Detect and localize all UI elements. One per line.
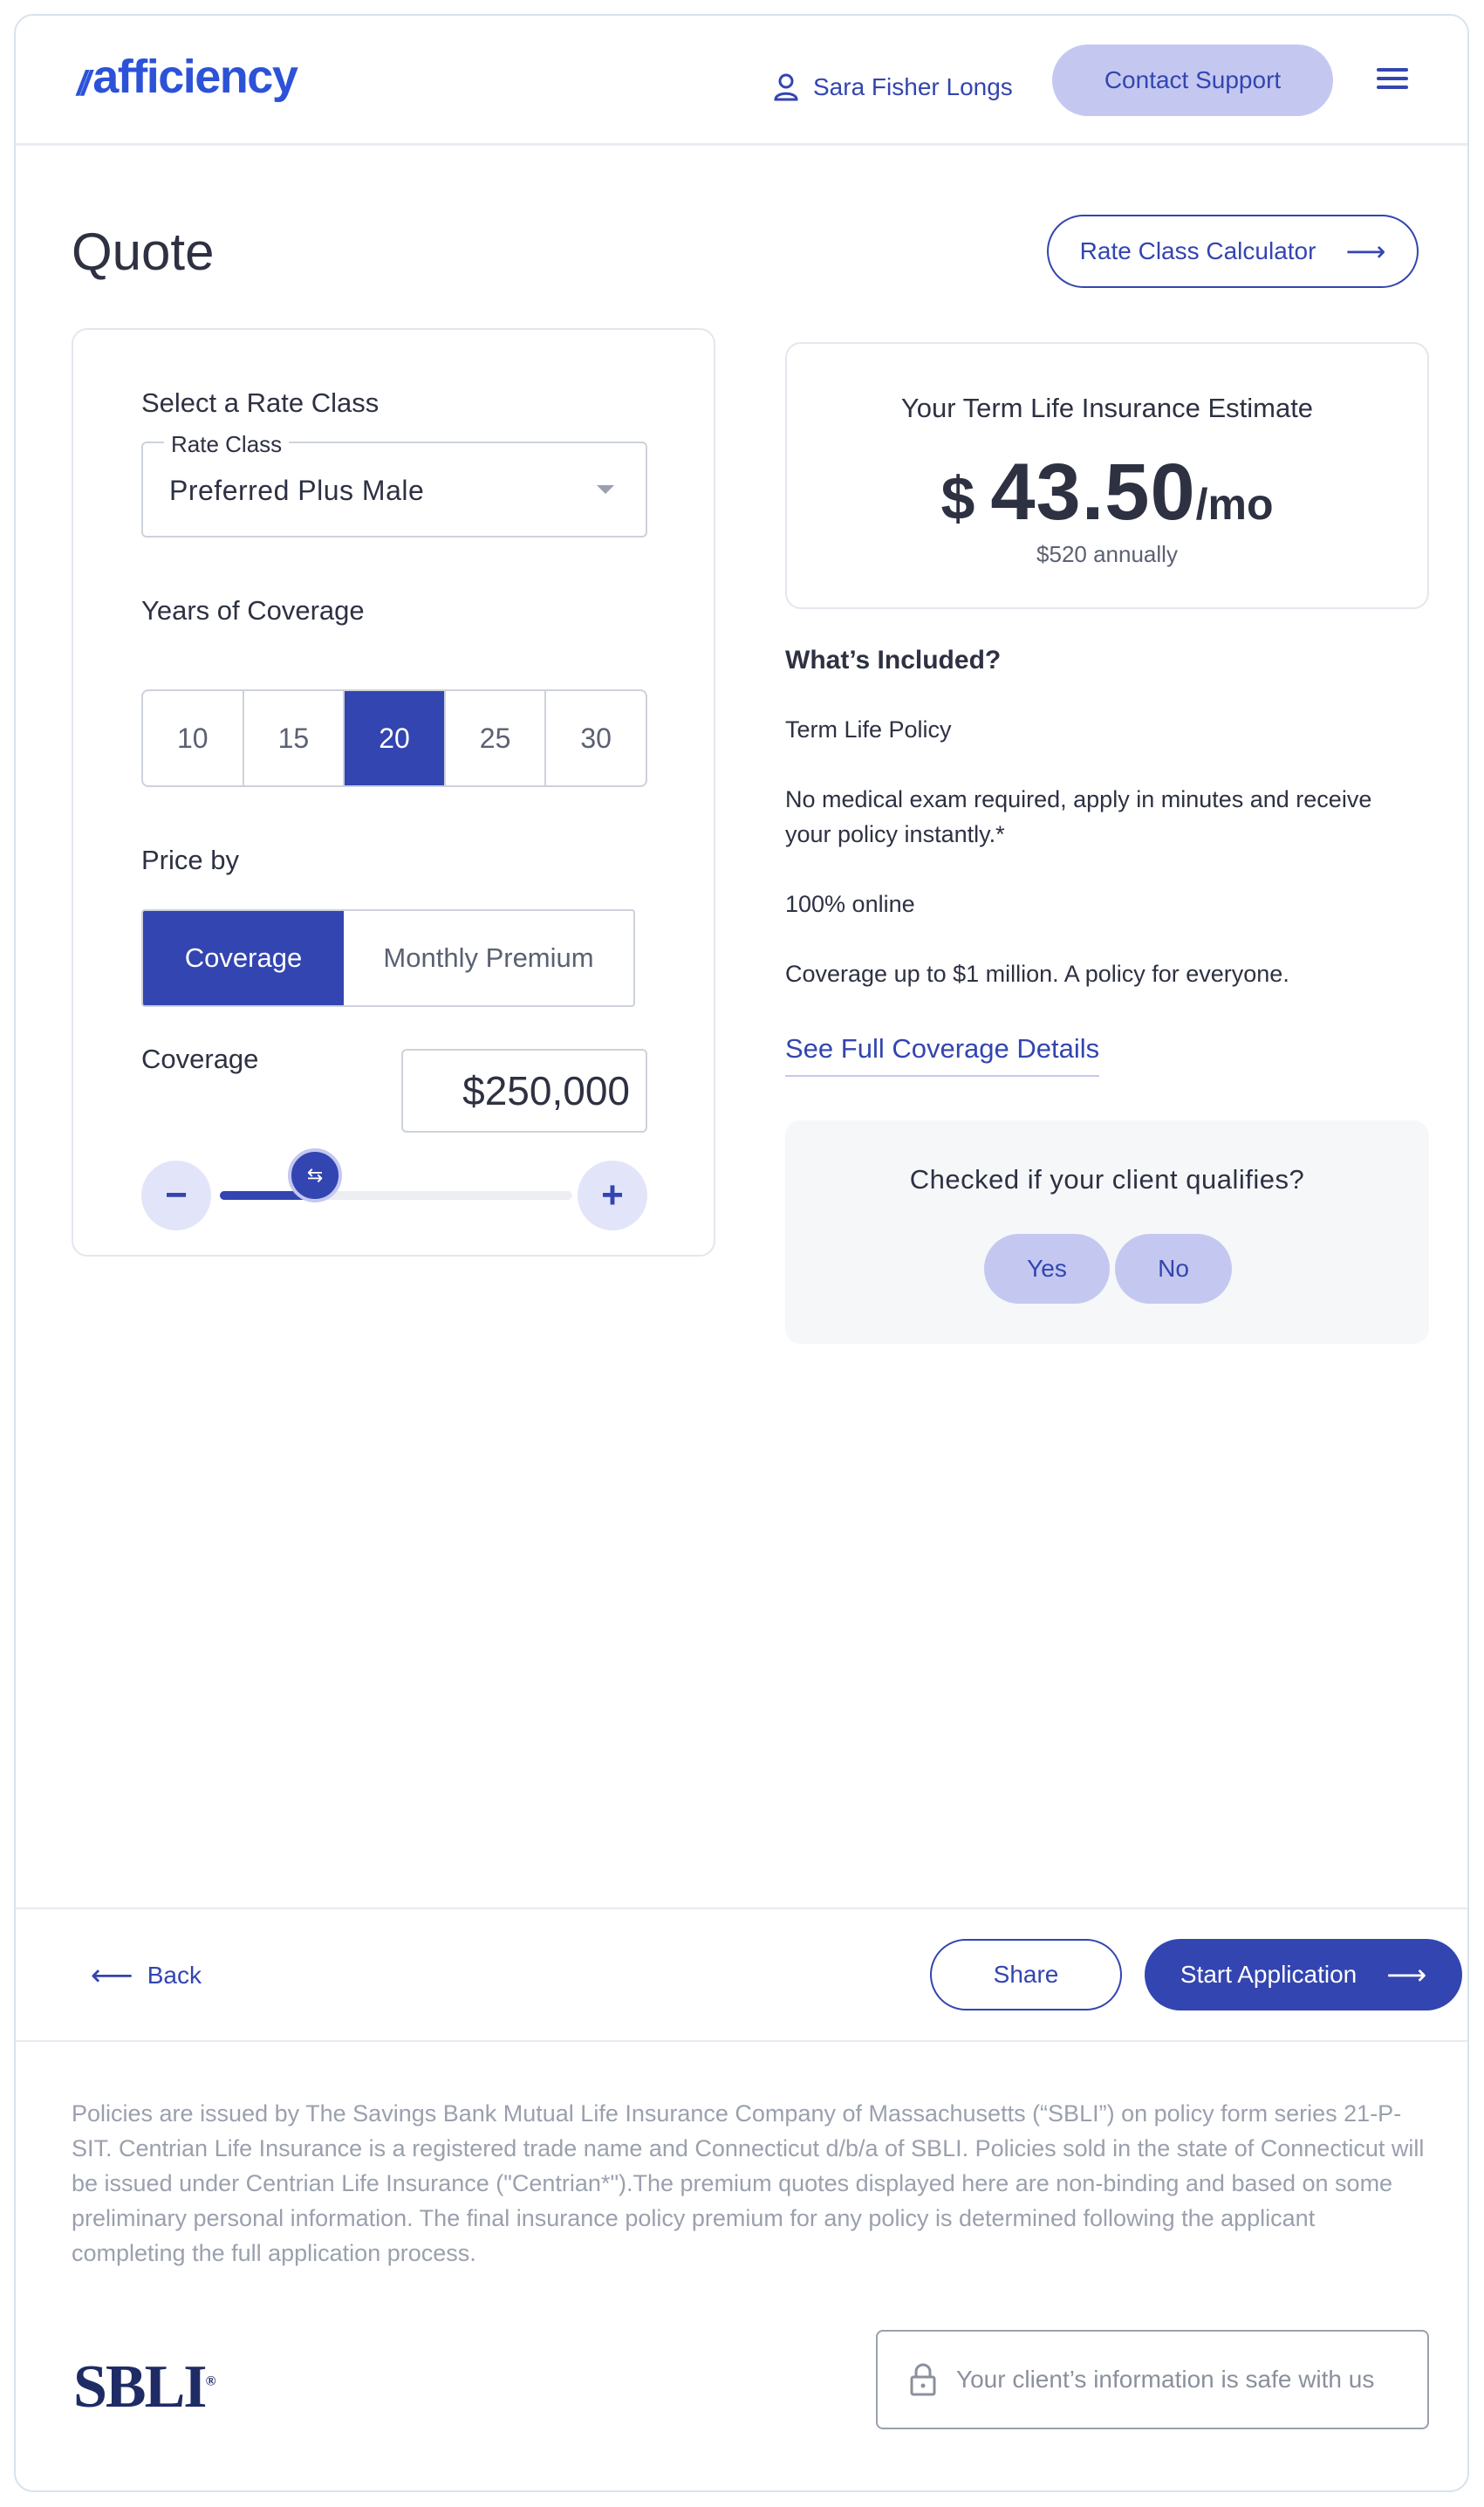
year-option-15[interactable]: 15 <box>244 691 345 785</box>
price-by-coverage[interactable]: Coverage <box>143 911 344 1005</box>
years-of-coverage-selector: 10 15 20 25 30 <box>141 689 647 787</box>
top-header: // afficiency Sara Fisher Longs Contact … <box>16 16 1467 145</box>
years-of-coverage-heading: Years of Coverage <box>141 595 365 626</box>
estimate-price: $ 43.50 /mo <box>787 447 1427 538</box>
sbli-text: SBLI <box>73 2353 208 2421</box>
logo-mark: // <box>77 65 91 103</box>
rate-class-calculator-button[interactable]: Rate Class Calculator ⟶ <box>1047 215 1419 288</box>
estimate-amount: 43.50 <box>990 448 1196 537</box>
qualify-card: Checked if your client qualifies? Yes No <box>785 1120 1429 1344</box>
app-frame: // afficiency Sara Fisher Longs Contact … <box>14 14 1469 2492</box>
page-title: Quote <box>72 223 215 281</box>
estimate-annual: $520 annually <box>1036 541 1178 567</box>
hamburger-menu-icon[interactable] <box>1373 63 1412 98</box>
legal-disclaimer: Policies are issued by The Savings Bank … <box>72 2100 1425 2266</box>
security-notice: Your client’s information is safe with u… <box>876 2330 1429 2429</box>
back-label: Back <box>147 1962 202 1989</box>
year-option-10[interactable]: 10 <box>143 691 244 785</box>
back-button[interactable]: ⟵ Back <box>91 1958 202 1993</box>
included-item: 100% online <box>785 891 915 917</box>
rate-class-heading: Select a Rate Class <box>141 387 380 418</box>
rate-class-calculator-label: Rate Class Calculator <box>1079 237 1316 264</box>
security-notice-text: Your client’s information is safe with u… <box>956 2366 1375 2393</box>
contact-support-button[interactable]: Contact Support <box>1052 45 1333 116</box>
user-icon <box>774 73 798 101</box>
year-option-25[interactable]: 25 <box>446 691 547 785</box>
estimate-title: Your Term Life Insurance Estimate <box>900 393 1314 423</box>
qualify-question: Checked if your client qualifies? <box>909 1164 1305 1195</box>
included-item: Term Life Policy <box>785 716 952 743</box>
user-account[interactable]: Sara Fisher Longs <box>773 73 1013 101</box>
user-name: Sara Fisher Longs <box>813 73 1013 100</box>
coverage-label: Coverage <box>141 1044 259 1074</box>
estimate-unit: /mo <box>1195 480 1274 529</box>
estimate-card: Your Term Life Insurance Estimate $ 43.5… <box>785 342 1429 609</box>
start-application-label: Start Application <box>1180 1961 1357 1988</box>
sbli-logo: SBLI® <box>73 2353 216 2422</box>
included-item: Coverage up to $1 million. A policy for … <box>785 961 1289 987</box>
rate-class-field-label: Rate Class <box>164 431 290 458</box>
price-by-heading: Price by <box>141 845 239 875</box>
included-item: No medical exam required, apply in minut… <box>785 786 1372 847</box>
logo-text: afficiency <box>92 51 298 103</box>
arrow-right-icon: ⟶ <box>1345 236 1386 267</box>
year-option-20[interactable]: 20 <box>345 691 446 785</box>
coverage-slider-handle[interactable]: ⇆ <box>288 1148 343 1202</box>
see-full-coverage-details-link[interactable]: See Full Coverage Details <box>785 1033 1100 1077</box>
whats-included-heading: What’s Included? <box>785 646 1002 675</box>
registered-mark: ® <box>205 2373 216 2389</box>
year-option-30[interactable]: 30 <box>546 691 646 785</box>
price-by-toggle: Coverage Monthly Premium <box>141 909 635 1007</box>
qualify-no-button[interactable]: No <box>1115 1234 1232 1304</box>
arrow-right-icon: ⟶ <box>1386 1959 1427 1990</box>
bottom-action-bar: ⟵ Back Share Start Application ⟶ <box>16 1908 1467 2042</box>
price-by-monthly-premium[interactable]: Monthly Premium <box>344 911 633 1005</box>
header-divider <box>16 145 1467 151</box>
plus-icon[interactable]: + <box>578 1161 647 1230</box>
start-application-button[interactable]: Start Application ⟶ <box>1145 1939 1462 2010</box>
quote-form-card: Select a Rate Class Rate Class Preferred… <box>72 328 715 1257</box>
caret-down-icon <box>597 485 614 494</box>
coverage-amount-input[interactable]: $250,000 <box>401 1049 647 1133</box>
qualify-yes-button[interactable]: Yes <box>984 1234 1110 1304</box>
lock-icon <box>910 2363 936 2396</box>
afficiency-logo[interactable]: // afficiency <box>77 51 298 103</box>
minus-icon[interactable]: − <box>141 1161 211 1230</box>
rate-class-select[interactable]: Rate Class Preferred Plus Male <box>141 431 647 538</box>
estimate-currency: $ <box>940 464 975 532</box>
rate-class-value: Preferred Plus Male <box>169 475 425 506</box>
share-button[interactable]: Share <box>930 1939 1122 2010</box>
coverage-slider-track[interactable] <box>220 1191 572 1200</box>
arrow-left-icon: ⟵ <box>91 1959 133 1992</box>
